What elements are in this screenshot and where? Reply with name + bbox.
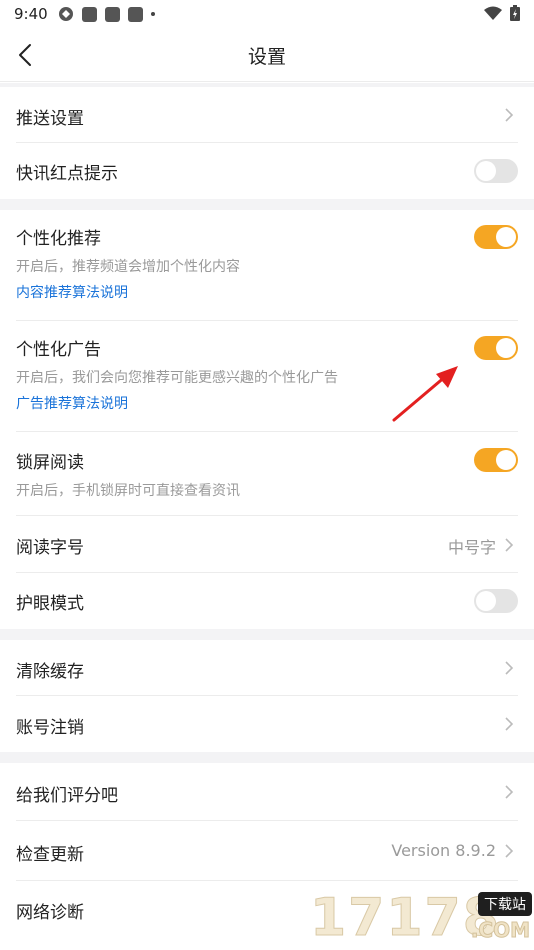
rate-us-label: 给我们评分吧	[16, 786, 118, 806]
content-algorithm-link[interactable]: 内容推荐算法说明	[16, 282, 128, 302]
personal-ad-label: 个性化广告	[16, 340, 101, 360]
more-notifications-icon	[150, 12, 155, 16]
site-watermark: 17178 下载站 .COM	[310, 888, 534, 950]
eye-mode-label: 护眼模式	[16, 594, 84, 614]
toggle-knob	[496, 338, 516, 358]
clear-cache-label: 清除缓存	[16, 662, 84, 682]
version-value: Version 8.9.2	[391, 841, 496, 860]
wifi-icon	[484, 6, 502, 20]
notification-icon	[104, 6, 120, 22]
rate-us-row[interactable]: 给我们评分吧	[0, 763, 534, 821]
lock-read-desc: 开启后，手机锁屏时可直接查看资讯	[16, 483, 240, 499]
delete-account-label: 账号注销	[16, 718, 84, 738]
lock-read-label: 锁屏阅读	[16, 453, 84, 473]
status-bar: 9:40	[0, 0, 534, 28]
status-time: 9:40	[14, 5, 48, 23]
eye-mode-row: 护眼模式	[0, 573, 534, 629]
chevron-right-icon	[505, 717, 514, 731]
section-gap	[0, 629, 534, 640]
page-title: 设置	[247, 46, 286, 68]
annotation-arrow-icon	[392, 366, 458, 422]
notification-icon	[127, 6, 143, 22]
toggle-knob	[476, 591, 496, 611]
toggle-knob	[476, 161, 496, 181]
news-dot-toggle[interactable]	[474, 159, 518, 183]
lock-read-row: 锁屏阅读 开启后，手机锁屏时可直接查看资讯	[0, 432, 534, 516]
personal-rec-label: 个性化推荐	[16, 229, 101, 249]
personal-rec-row: 个性化推荐 开启后，推荐频道会增加个性化内容 内容推荐算法说明	[0, 210, 534, 321]
nav-header: 设置	[0, 28, 534, 82]
font-size-label: 阅读字号	[16, 538, 84, 558]
personal-rec-toggle[interactable]	[474, 225, 518, 249]
chevron-right-icon	[505, 538, 514, 552]
push-settings-label: 推送设置	[16, 109, 84, 129]
news-dot-row: 快讯红点提示	[0, 143, 534, 199]
check-update-row[interactable]: 检查更新 Version 8.9.2	[0, 821, 534, 881]
personal-ad-desc: 开启后，我们会向您推荐可能更感兴趣的个性化广告	[16, 370, 338, 386]
font-size-row[interactable]: 阅读字号 中号字	[0, 516, 534, 573]
chevron-right-icon	[505, 785, 514, 799]
battery-icon	[510, 5, 520, 21]
news-dot-label: 快讯红点提示	[16, 164, 118, 184]
personal-rec-desc: 开启后，推荐频道会增加个性化内容	[16, 259, 240, 275]
toggle-knob	[496, 227, 516, 247]
chevron-right-icon	[505, 661, 514, 675]
personal-ad-toggle[interactable]	[474, 336, 518, 360]
eye-mode-toggle[interactable]	[474, 589, 518, 613]
watermark-suffix: .COM	[470, 918, 530, 943]
lock-read-toggle[interactable]	[474, 448, 518, 472]
delete-account-row[interactable]: 账号注销	[0, 696, 534, 752]
settings-list: 推送设置 快讯红点提示 个性化推荐 开启后，推荐频道会增加个性化内容 内容推荐算…	[0, 83, 534, 937]
chevron-right-icon	[505, 844, 514, 858]
font-size-value: 中号字	[447, 538, 496, 557]
network-diag-label: 网络诊断	[16, 903, 84, 923]
app-notification-icon	[58, 7, 73, 21]
status-right	[484, 5, 520, 21]
chevron-right-icon	[505, 108, 514, 122]
check-update-label: 检查更新	[16, 845, 84, 865]
push-settings-row[interactable]: 推送设置	[0, 87, 534, 143]
section-gap	[0, 752, 534, 763]
ad-algorithm-link[interactable]: 广告推荐算法说明	[16, 393, 128, 413]
section-gap	[0, 199, 534, 210]
toggle-knob	[496, 450, 516, 470]
clear-cache-row[interactable]: 清除缓存	[0, 640, 534, 696]
watermark-badge: 下载站	[478, 892, 532, 916]
notification-icon	[81, 6, 97, 22]
